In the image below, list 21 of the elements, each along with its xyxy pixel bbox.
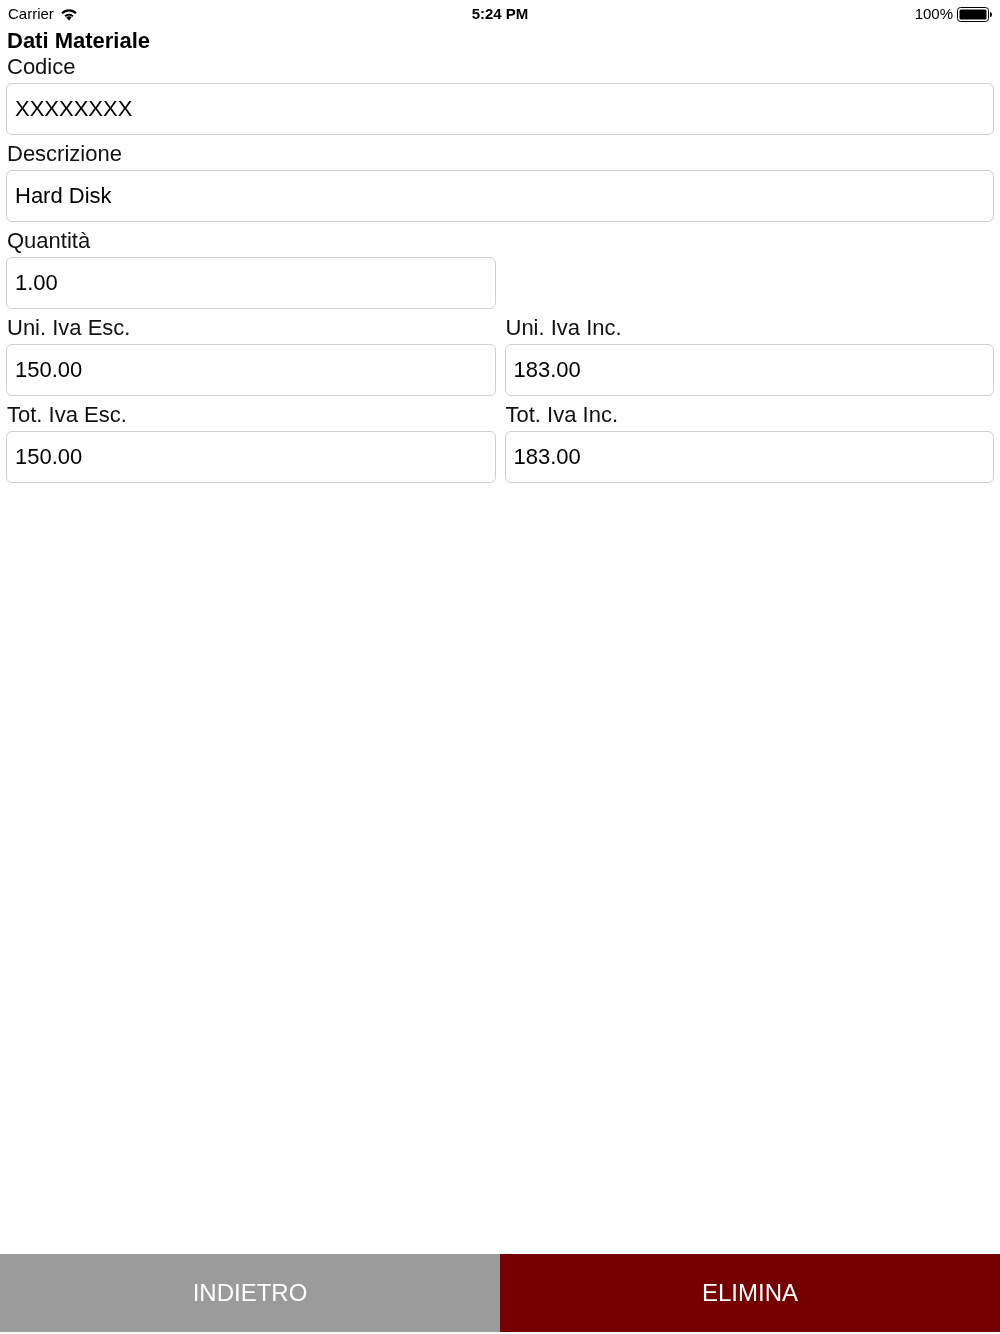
page-title: Dati Materiale (7, 28, 151, 53)
field-label: Tot. Iva Inc. (505, 402, 618, 428)
battery-percent: 100% (914, 3, 953, 24)
action-button[interactable]: ELIMINA (500, 1254, 1000, 1332)
battery-icon (957, 6, 992, 22)
text-field[interactable]: 183.00 (504, 344, 994, 396)
field-label: Codice (7, 54, 76, 80)
text-field[interactable]: 1.00 (6, 257, 496, 309)
field-label: Tot. Iva Esc. (7, 402, 127, 428)
text-field[interactable]: 150.00 (6, 431, 496, 483)
status-time: 5:24 PM (471, 3, 529, 24)
text-field[interactable]: 183.00 (504, 431, 994, 483)
text-field[interactable]: 150.00 (6, 344, 496, 396)
text-field[interactable]: Hard Disk (6, 170, 994, 222)
field-label: Uni. Iva Inc. (505, 315, 622, 341)
field-label: Quantità (7, 228, 91, 254)
text-field[interactable]: XXXXXXXX (6, 83, 994, 135)
field-label: Descrizione (7, 141, 122, 167)
wifi-icon (59, 7, 78, 21)
field-label: Uni. Iva Esc. (7, 315, 131, 341)
carrier-label: Carrier (8, 3, 54, 24)
